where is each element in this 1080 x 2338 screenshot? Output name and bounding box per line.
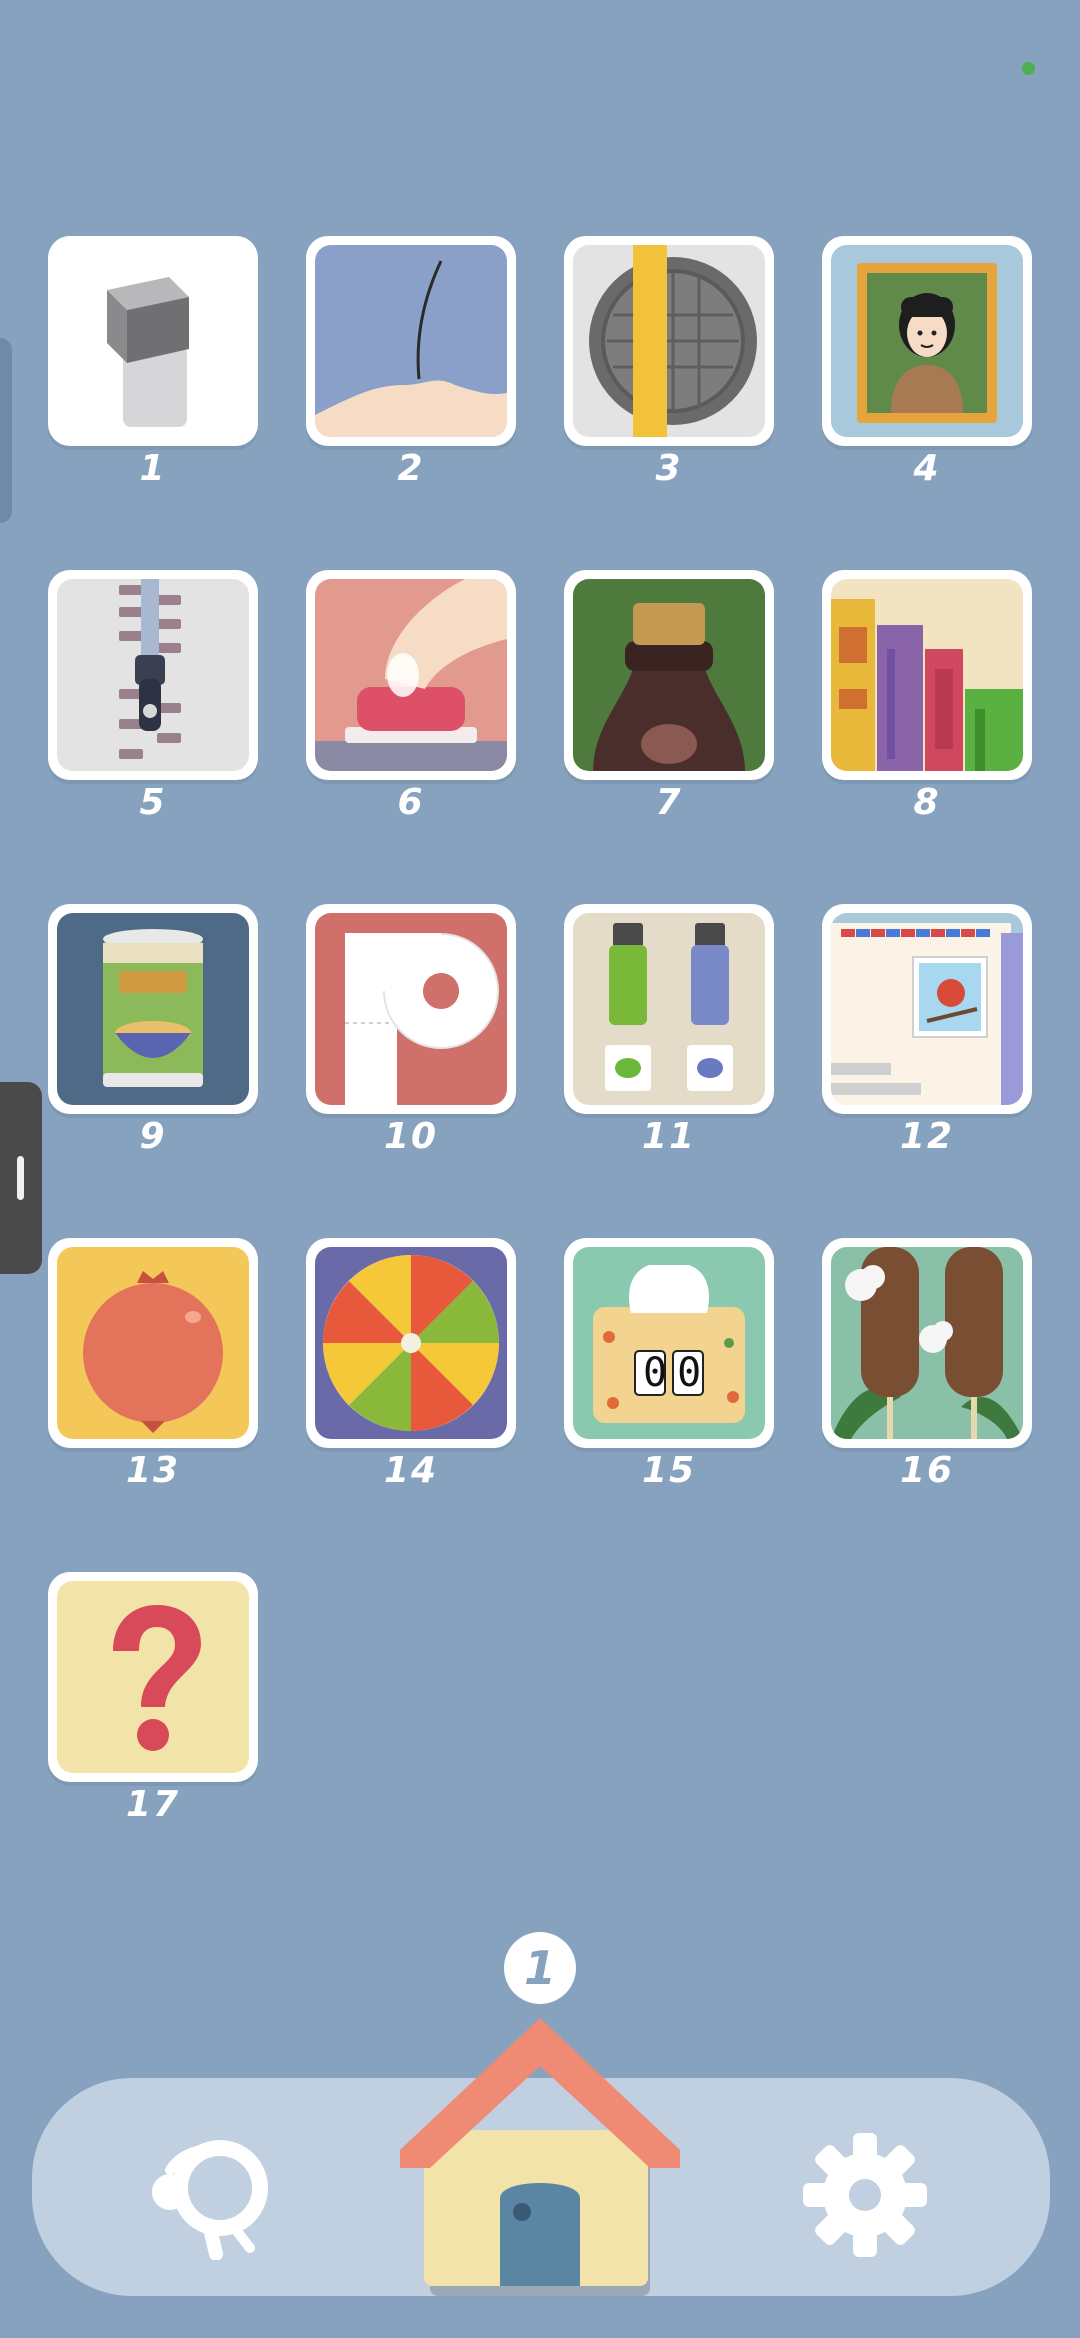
manhole-cover-icon [589,245,757,437]
magnifier-hint-icon [152,2140,268,2261]
home-badge-count: 1 [504,1932,576,2004]
settings-button[interactable] [800,2130,930,2260]
level-tile-1[interactable]: 1 [48,236,258,489]
pomegranate-icon [83,1271,223,1433]
level-grid: 1 2 3 4 5 6 7 8 9 10 11 12 13 14 00 15 1… [0,0,1080,1900]
level-tile-3[interactable]: 3 [564,236,774,489]
level-tile-9[interactable]: 9 [48,904,258,1157]
zipper-icon [119,579,181,759]
toilet-paper-icon [345,933,499,1105]
level-number: 6 [397,782,425,823]
level-tile-5[interactable]: 5 [48,570,258,823]
tissue-box-counter: 00 [643,1350,712,1396]
level-number: 5 [139,782,167,823]
level-number: 14 [383,1450,439,1491]
level-number: 17 [125,1784,181,1825]
level-number: 13 [125,1450,181,1491]
paint-tubes-icon [605,923,733,1091]
level-number: 10 [383,1116,439,1157]
eraser-icon [107,277,189,427]
bottle-cork-icon [593,603,745,771]
level-tile-11[interactable]: 11 [564,904,774,1157]
cattails-icon [831,1247,1023,1439]
level-number: 16 [899,1450,955,1491]
level-number: 2 [397,448,425,489]
soup-can-icon [103,929,203,1087]
level-number: 11 [641,1116,697,1157]
level-tile-10[interactable]: 10 [306,904,516,1157]
level-tile-13[interactable]: 13 [48,1238,258,1491]
level-tile-2[interactable]: 2 [306,236,516,489]
lollipop-swirl-icon [323,1255,499,1431]
question-mark-icon [113,1605,201,1751]
level-tile-14[interactable]: 14 [306,1238,516,1491]
level-number: 8 [913,782,941,823]
tissue-box-icon [593,1265,745,1423]
level-tile-6[interactable]: 6 [306,570,516,823]
portrait-painting-icon [857,263,997,423]
gear-icon [803,2133,927,2257]
home-button[interactable] [380,2000,700,2300]
level-tile-8[interactable]: 8 [822,570,1032,823]
level-tile-7[interactable]: 7 [564,570,774,823]
level-tile-15[interactable]: 00 15 [564,1238,774,1491]
level-number: 15 [641,1450,697,1491]
house-icon [400,2018,680,2296]
level-tile-4[interactable]: 4 [822,236,1032,489]
hint-button[interactable] [140,2130,280,2261]
finger-button-icon [315,579,507,771]
level-number: 12 [899,1116,955,1157]
hair-strand-icon [315,260,507,437]
envelope-stamp-icon [831,923,1023,1105]
level-number: 3 [655,448,683,489]
level-tile-16[interactable]: 16 [822,1238,1032,1491]
level-number: 4 [913,448,941,489]
books-icon [831,599,1023,771]
level-number: 7 [655,782,683,823]
level-number: 1 [139,448,167,489]
level-number: 9 [139,1116,167,1157]
level-tile-12[interactable]: 12 [822,904,1032,1157]
level-tile-17[interactable]: 17 [48,1572,258,1825]
